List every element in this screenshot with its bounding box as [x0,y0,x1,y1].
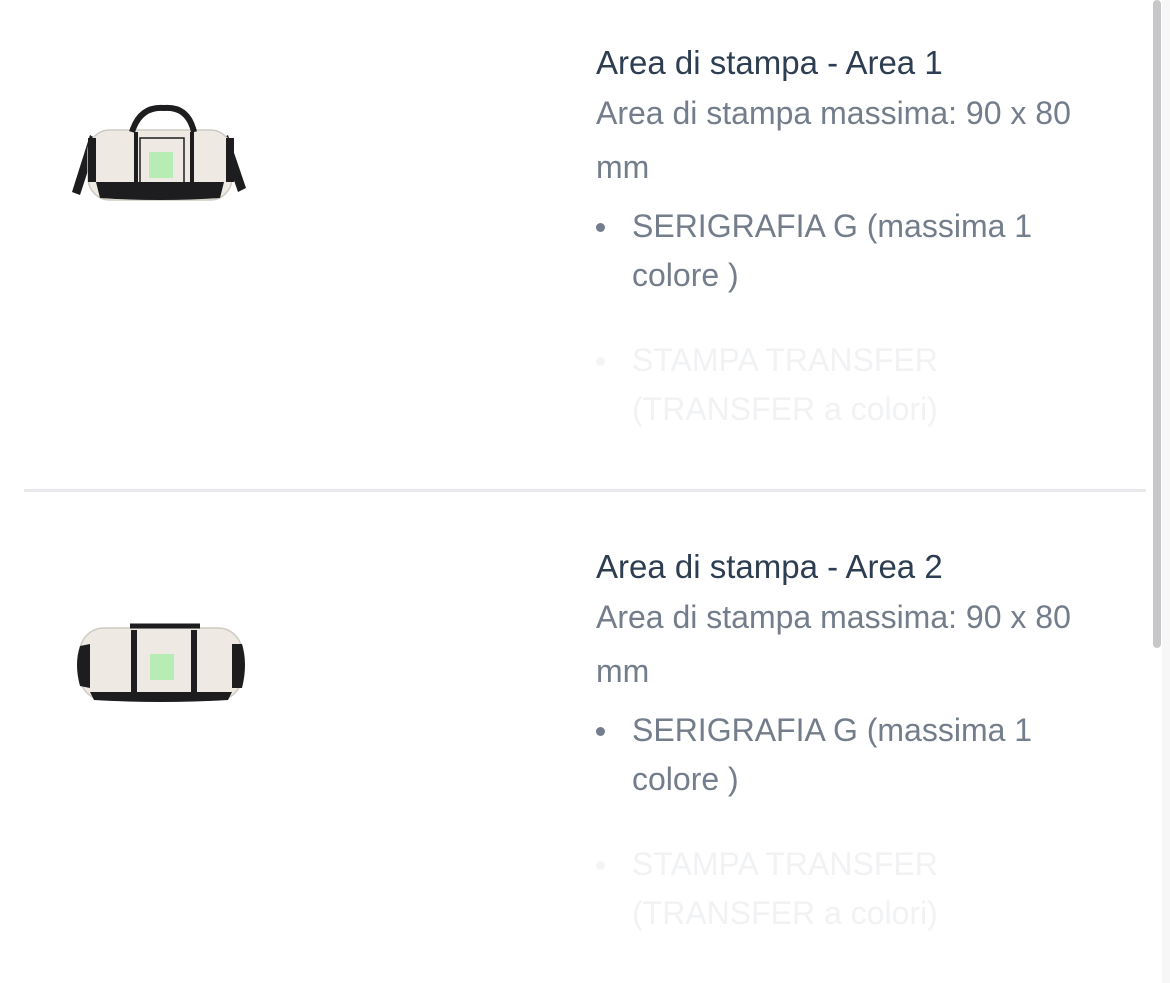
bullet-icon [596,223,605,232]
technique-item[interactable]: STAMPA TRANSFER (TRANSFER a colori) [596,336,1082,434]
product-image-area-1 [60,100,260,210]
product-image-area-2 [60,604,260,714]
print-area-title: Area di stampa - Area 1 [596,44,943,81]
technique-label: SERIGRAFIA G (massima 1 colore ) [632,712,1033,797]
technique-list: SERIGRAFIA G (massima 1 colore ) STAMPA … [596,706,1106,938]
max-print-area: Area di stampa massima: 90 x 80 mm [596,599,1071,689]
technique-item[interactable]: SERIGRAFIA G (massima 1 colore ) [596,706,1082,804]
technique-item[interactable]: STAMPA TRANSFER (TRANSFER a colori) [596,840,1082,938]
print-area-section-1: Area di stampa - Area 1 Area di stampa m… [0,0,1146,490]
print-area-info-2: Area di stampa - Area 2 Area di stampa m… [596,544,1106,938]
scrollbar-thumb[interactable] [1153,0,1161,648]
scroll-track [1162,0,1170,983]
technique-label: STAMPA TRANSFER (TRANSFER a colori) [632,846,938,931]
bullet-icon [596,357,605,366]
technique-label: SERIGRAFIA G (massima 1 colore ) [632,208,1033,293]
print-area-title: Area di stampa - Area 2 [596,548,943,585]
technique-label: STAMPA TRANSFER (TRANSFER a colori) [632,342,938,427]
bullet-icon [596,727,605,736]
max-print-area: Area di stampa massima: 90 x 80 mm [596,95,1071,185]
technique-item[interactable]: SERIGRAFIA G (massima 1 colore ) [596,202,1082,300]
bullet-icon [596,861,605,870]
print-area-info-1: Area di stampa - Area 1 Area di stampa m… [596,40,1106,434]
print-area-section-2: Area di stampa - Area 2 Area di stampa m… [0,492,1146,983]
technique-list: SERIGRAFIA G (massima 1 colore ) STAMPA … [596,202,1106,434]
